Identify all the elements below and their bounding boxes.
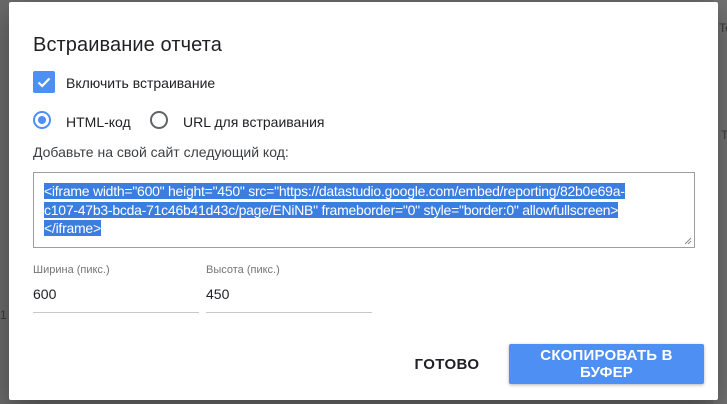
background-text: 1 (0, 308, 7, 322)
embed-code-textarea[interactable]: <iframe width="600" height="450" src="ht… (33, 172, 695, 248)
embed-hint: Добавьте на свой сайт следующий код: (33, 144, 289, 160)
height-label: Высота (пикс.) (206, 264, 280, 276)
resize-grip-icon[interactable] (684, 237, 692, 245)
radio-embed-url[interactable] (150, 111, 168, 129)
code-line: c107-47b3-bcda-71c46b41d43c/page/ENiNB" … (44, 201, 619, 218)
enable-embed-label[interactable]: Включить встраивание (66, 75, 215, 91)
width-underline (33, 312, 199, 313)
dialog-title: Встраивание отчета (33, 34, 222, 56)
radio-embed-url-label[interactable]: URL для встраивания (183, 114, 324, 130)
code-line: <iframe width="600" height="450" src="ht… (44, 183, 625, 199)
checkmark-icon (37, 77, 51, 88)
height-input[interactable]: 450 (206, 286, 372, 302)
width-field[interactable]: Ширина (пикс.) 600 (33, 264, 199, 313)
done-button[interactable]: ГОТОВО (406, 344, 488, 384)
enable-embed-checkbox[interactable] (33, 71, 55, 93)
radio-html-code[interactable] (33, 111, 51, 129)
embed-code-text[interactable]: <iframe width="600" height="450" src="ht… (44, 182, 684, 238)
background-text: Te (719, 21, 727, 35)
code-line: </iframe> (44, 220, 101, 236)
width-label: Ширина (пикс.) (33, 264, 110, 276)
copy-to-clipboard-button[interactable]: СКОПИРОВАТЬ В БУФЕР (509, 344, 704, 384)
embed-report-dialog: Встраивание отчета Включить встраивание … (9, 2, 718, 400)
height-field[interactable]: Высота (пикс.) 450 (206, 264, 372, 313)
height-underline (206, 312, 372, 313)
radio-html-code-label[interactable]: HTML-код (66, 114, 131, 130)
background-text: T (721, 128, 727, 142)
width-input[interactable]: 600 (33, 286, 199, 302)
